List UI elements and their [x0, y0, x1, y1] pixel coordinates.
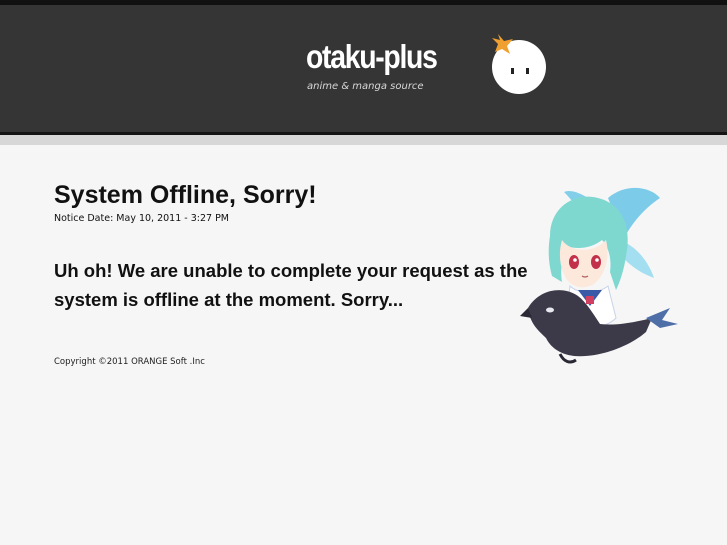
offline-message: Uh oh! We are unable to complete your re… [54, 260, 528, 310]
anime-girl-riding-bird-illustration [520, 187, 678, 364]
copyright-text: Copyright ©2011 ORANGE Soft .Inc [54, 357, 205, 367]
page-title: System Offline, Sorry! [54, 181, 317, 209]
site-logo[interactable]: otaku-plus [306, 40, 438, 73]
page: otaku-plus anime & manga source System O… [0, 0, 727, 545]
site-tagline: anime & manga source [307, 81, 424, 92]
header-band [0, 135, 727, 145]
blob-mascot-icon [492, 34, 546, 94]
notice-date: Notice Date: May 10, 2011 - 3:27 PM [54, 213, 230, 224]
